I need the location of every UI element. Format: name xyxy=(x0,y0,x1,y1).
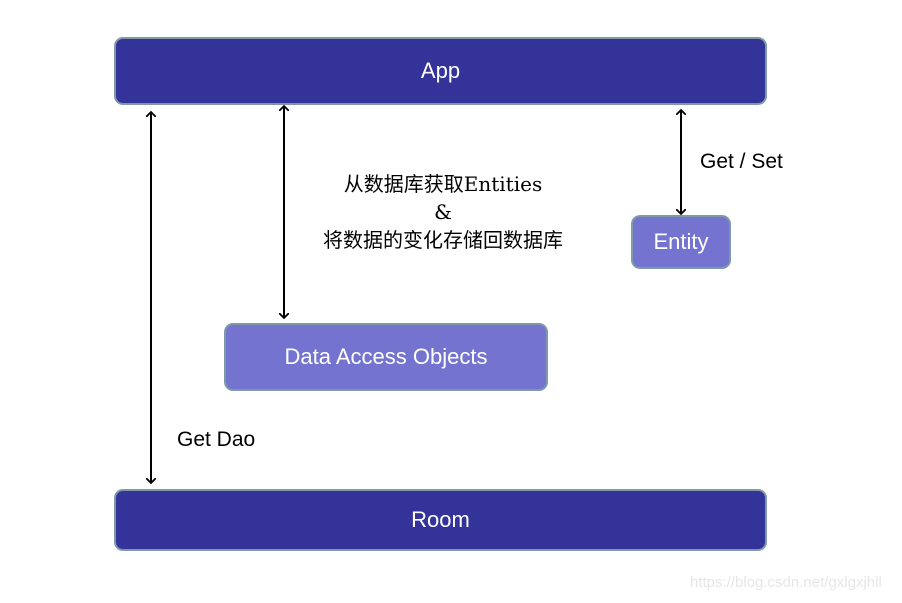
get-set-label: Get / Set xyxy=(700,150,783,173)
dao-description: 从数据库获取Entities & 将数据的变化存储回数据库 xyxy=(298,170,588,254)
arrows xyxy=(0,0,902,603)
dao-desc-line3: 将数据的变化存储回数据库 xyxy=(323,228,563,252)
dao-desc-line2: & xyxy=(434,200,452,224)
dao-desc-line1: 从数据库获取Entities xyxy=(343,172,543,196)
get-dao-label: Get Dao xyxy=(177,428,256,451)
watermark: https://blog.csdn.net/gxlgxjhll xyxy=(690,574,882,591)
